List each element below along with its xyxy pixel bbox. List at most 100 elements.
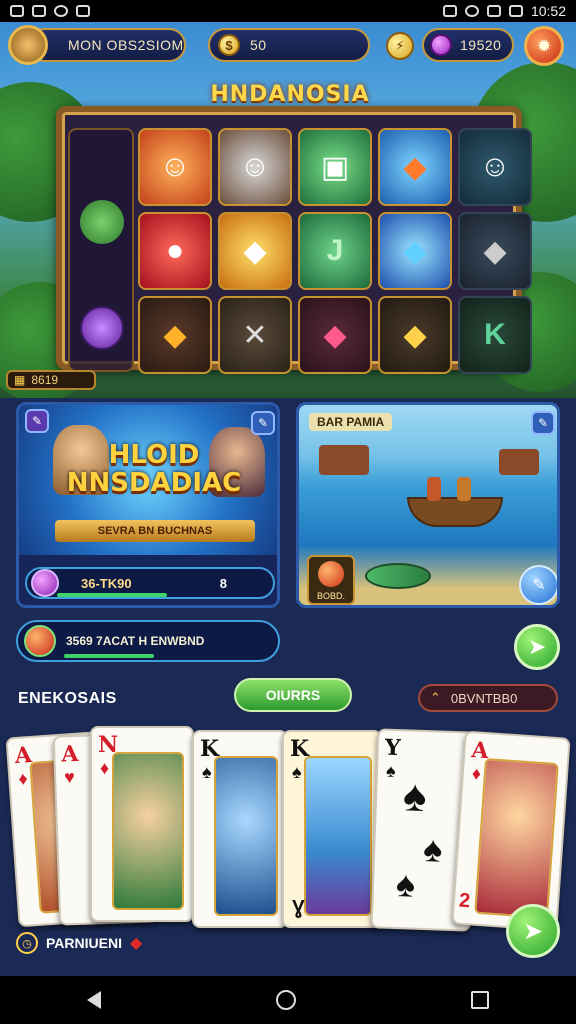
counter-value: 0BVNTBB0	[450, 690, 518, 706]
symbol-treasure-chest: ▣	[298, 128, 372, 206]
promo-panel[interactable]: HLOID NNSDADIAC SEVRA BN BUCHNAS ✎ ✎ 36-…	[16, 402, 280, 608]
orb-icon	[31, 569, 59, 597]
promo-progress-bar: 36-TK90 8	[25, 567, 275, 599]
card-5-corner: Ɣ	[292, 897, 305, 919]
card-3-suit: ♦	[100, 758, 110, 778]
frog-icon	[80, 200, 124, 244]
promo-title: HLOID NNSDADIAC	[49, 441, 259, 497]
coin-balance-plate[interactable]: $ 50	[208, 28, 370, 62]
symbol-fish-golden: ◆	[138, 296, 212, 374]
playing-card-3[interactable]: N ♦	[90, 726, 194, 922]
reel-grid: ☺ ☺ ▣ ◆ ☺ ● ◆ J ◆ ◆ ◆ ✕ ◆ ◆ K	[138, 128, 532, 374]
card-1-suit: ♦	[17, 768, 29, 789]
gem-balance: 19520	[460, 37, 502, 53]
symbol-fish-blue: ◆	[378, 212, 452, 290]
symbol-fish-grey: ◆	[458, 212, 532, 290]
recent-apps-icon[interactable]	[470, 991, 489, 1009]
battery-icon	[508, 5, 523, 17]
fishing-label: BAR PAMIA	[309, 413, 393, 431]
symbol-portrait-pirate: ☺	[218, 128, 292, 206]
back-icon[interactable]	[87, 991, 102, 1009]
section-pill-button[interactable]: OIURRS	[234, 678, 352, 712]
play-arrow-icon[interactable]: ➤	[506, 904, 560, 958]
symbol-red-orb: ●	[138, 212, 212, 290]
status-time: 10:52	[530, 3, 566, 19]
symbol-fish-yellow: ◆	[378, 296, 452, 374]
bonus-orb-icon	[318, 561, 344, 587]
coin-balance: 50	[250, 37, 267, 53]
slot-scene: MON OBS2SIOM $ 50 ⚡ 19520 ✹ HNDANOSIA ☺ …	[0, 22, 576, 398]
card-7-art	[474, 758, 559, 919]
signal-icon	[486, 5, 501, 17]
event-text: 3569 7ACAT H ENWBND	[66, 634, 205, 648]
player-avatar[interactable]	[8, 25, 48, 65]
fishing-boat	[407, 497, 503, 527]
jackpot-value: 8619	[31, 373, 59, 387]
counter-pill[interactable]: ⌃ 0BVNTBB0	[418, 684, 558, 712]
card-4-suit: ♠	[202, 762, 212, 782]
fishing-panel[interactable]: BAR PAMIA ✎ BOBD. ✎	[296, 402, 560, 608]
player-name: MON OBS2SIOM	[68, 37, 184, 53]
spade-icon-3: ♠	[395, 863, 416, 905]
promo-progress-fill	[57, 593, 167, 597]
phone-icon	[442, 5, 457, 17]
symbol-letter-j: J	[298, 212, 372, 290]
gem-icon	[430, 34, 452, 56]
symbol-fish-orange: ◆	[378, 128, 452, 206]
spade-icon-2: ♠	[422, 828, 444, 870]
notification-icon	[10, 5, 24, 17]
footer-row: ◷ PARNIUENI ◆	[16, 932, 142, 954]
reel-side-panel	[68, 128, 134, 372]
card-6-suit: ♠	[385, 760, 396, 781]
wifi-icon	[464, 5, 479, 17]
promo-title-line2: NNSDADIAC	[66, 468, 242, 498]
bonus-tag[interactable]: BOBD.	[307, 555, 355, 605]
card-6-rank: Y	[384, 734, 402, 762]
playing-card-7[interactable]: A ♦ 2	[451, 730, 571, 932]
event-play-arrow-icon[interactable]: ➤	[514, 624, 560, 670]
symbol-fish-pink: ◆	[298, 296, 372, 374]
bonus-coin-button[interactable]: ⚡	[386, 32, 414, 60]
card-3-art	[112, 752, 184, 910]
card-2-rank: A	[60, 740, 79, 768]
fisherman-1	[427, 477, 441, 501]
heart-icon[interactable]: ◆	[130, 933, 142, 953]
card-2-suit: ♥	[63, 767, 76, 788]
symbol-portrait-hooded: ☺	[458, 128, 532, 206]
playing-card-5[interactable]: K ♠ Ɣ	[282, 730, 382, 928]
purple-orb-icon	[80, 306, 124, 350]
hut-left	[319, 445, 369, 475]
hut-right	[499, 449, 539, 475]
feather-icon[interactable]: ✎	[519, 565, 557, 605]
fisherman-2	[457, 477, 471, 501]
symbol-golden-horn: ◆	[218, 212, 292, 290]
footer-label: PARNIUENI	[46, 935, 122, 951]
section-label: ENEKOSAIS	[18, 690, 117, 707]
card-5-suit: ♠	[292, 762, 302, 782]
symbol-letter-k: K	[458, 296, 532, 374]
arrow-icon: ⌃	[430, 690, 441, 705]
status-icons-right: 10:52	[442, 3, 566, 19]
card-4-art	[214, 756, 278, 916]
bonus-label: BOBD.	[316, 591, 345, 601]
spade-icon: ♠	[402, 771, 428, 822]
promo-subtitle: SEVRA BN BUCHNAS	[55, 520, 255, 542]
fishing-edit-icon[interactable]: ✎	[531, 411, 555, 435]
jackpot-plate: ▦ 8619	[6, 370, 96, 390]
home-icon[interactable]	[275, 990, 296, 1010]
gem-balance-plate[interactable]: 19520	[422, 28, 514, 62]
event-bar[interactable]: 3569 7ACAT H ENWBND	[16, 620, 280, 662]
playing-card-4[interactable]: K ♠	[192, 730, 288, 928]
player-name-plate[interactable]: MON OBS2SIOM	[28, 28, 186, 62]
edit-icon[interactable]: ✎	[251, 411, 275, 435]
coin-icon: $	[218, 34, 240, 56]
green-fish	[365, 563, 431, 589]
game-title: HNDANOSIA	[210, 82, 370, 107]
card-7-suit: ♦	[471, 763, 482, 784]
system-nav-bar	[0, 976, 576, 1024]
settings-gear-icon[interactable]: ✹	[524, 26, 564, 66]
promo-title-line1: HLOID	[108, 440, 200, 470]
info-icon[interactable]: ✎	[25, 409, 49, 433]
cloud-icon	[54, 5, 68, 17]
status-bar: 10:52	[0, 0, 576, 22]
